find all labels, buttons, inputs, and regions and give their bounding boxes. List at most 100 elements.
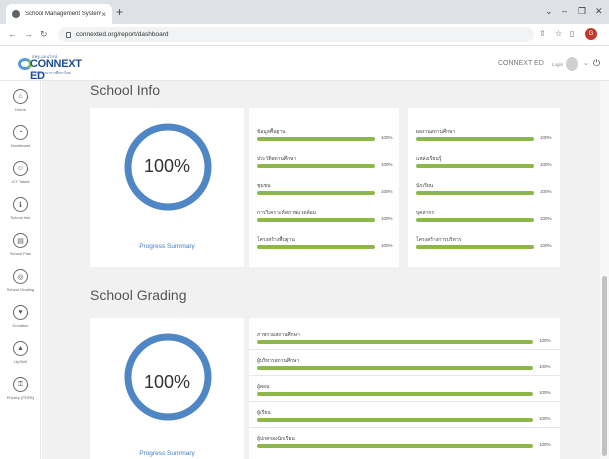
- sidebar-item-school-grading[interactable]: ◎ School Grading: [0, 263, 41, 299]
- progress-bar: [257, 164, 375, 168]
- logo-tagline-bottom: ร่วมพัฒนาการศึกษาไทย: [34, 71, 71, 75]
- progress-row-label: ผู้เรียน: [257, 410, 271, 416]
- school-grading-title: School Grading: [90, 287, 187, 303]
- progress-bar: [257, 418, 533, 422]
- progress-row: การวิเคราะห์สภาพแวดล้อม 100%: [257, 209, 397, 225]
- sidebar-item-dashboard[interactable]: ◔ Dashboard: [0, 119, 41, 155]
- sidebar-item-label: Dashboard: [10, 143, 31, 148]
- forward-arrow-icon[interactable]: →: [24, 29, 33, 39]
- minimize-button[interactable]: –: [562, 6, 567, 16]
- progress-percent: 100%: [381, 243, 393, 248]
- user-avatar[interactable]: [566, 57, 578, 71]
- progress-percent: 100%: [381, 216, 393, 221]
- progress-bar: [257, 218, 375, 222]
- sidebar-item-label: Privacy (PDPA): [6, 395, 35, 400]
- sidebar-item-label: UpSkill: [14, 359, 27, 364]
- sidebar-item-school-plan[interactable]: ▤ School Plan: [0, 227, 41, 263]
- progress-percent: 100%: [539, 338, 551, 343]
- address-bar[interactable]: connexted.org/report/dashboard: [58, 27, 534, 42]
- progress-row: ข้อมูลพื้นฐาน 100%: [257, 128, 397, 144]
- sidebar-item-label: School Info: [10, 215, 31, 220]
- side-panel-icon[interactable]: ▯: [570, 29, 574, 39]
- dashboard-icon: ◔: [13, 125, 28, 140]
- progress-row-label: ประวัติสถานศึกษา: [257, 156, 297, 162]
- row-divider: [249, 349, 560, 350]
- app-header: สพฐ.ออนไลน์ CONNEXT ED ร่วมพัฒนาการศึกษา…: [0, 47, 609, 82]
- donation-icon: ♥: [13, 305, 28, 320]
- lock-icon: [66, 31, 71, 38]
- privacy-icon: ⚿: [13, 377, 28, 392]
- browser-tab-bar: School Management System × + ⌄ – ❐ ✕: [0, 0, 609, 24]
- progress-row-label: ข้อมูลพื้นฐาน: [257, 129, 286, 135]
- bookmark-star-icon[interactable]: ☆: [555, 29, 562, 39]
- sidebar-item-privacy-pdpa[interactable]: ⚿ Privacy (PDPA): [0, 371, 41, 407]
- progress-percent: 100%: [540, 135, 552, 140]
- progress-row: ประวัติสถานศึกษา 100%: [257, 155, 397, 171]
- progress-row-label: ผลงานสถานศึกษา: [416, 129, 456, 135]
- progress-row: ภาพรวมสถานศึกษา 100%: [257, 331, 557, 347]
- profile-avatar[interactable]: G: [585, 28, 597, 40]
- progress-percent: 100%: [540, 189, 552, 194]
- progress-bar: [257, 366, 533, 370]
- tab-close-icon[interactable]: ×: [101, 10, 106, 19]
- scrollbar-thumb[interactable]: [602, 276, 607, 456]
- progress-bar: [416, 191, 534, 195]
- login-link[interactable]: Login: [552, 62, 563, 67]
- sidebar-item-school-info[interactable]: ℹ School Info: [0, 191, 41, 227]
- browser-toolbar: ← → ↻ connexted.org/report/dashboard ⇪ ☆…: [0, 24, 609, 46]
- chevron-down-icon[interactable]: ⌄: [583, 59, 589, 67]
- favicon-icon: [12, 10, 20, 18]
- connexted-logo[interactable]: สพฐ.ออนไลน์ CONNEXT ED ร่วมพัฒนาการศึกษา…: [18, 53, 88, 82]
- row-divider: [249, 375, 560, 376]
- sidebar-item-ict-talent[interactable]: ☺ ICT Talent: [0, 155, 41, 191]
- tab-search-icon[interactable]: ⌄: [545, 6, 553, 16]
- progress-percent: 100%: [381, 189, 393, 194]
- progress-row-label: โครงสร้างพื้นฐาน: [257, 237, 295, 243]
- home-icon: ⌂: [13, 89, 28, 104]
- progress-row: โครงสร้างการบริหาร 100%: [416, 236, 560, 252]
- progress-row-label: ผู้สอน: [257, 384, 270, 390]
- progress-row: แหล่งเรียนรู้ 100%: [416, 155, 560, 171]
- sidebar-item-label: Home: [15, 107, 26, 112]
- plan-icon: ▤: [13, 233, 28, 248]
- sidebar: ⌂ Home ◔ Dashboard ☺ ICT Talent ℹ School Info ▤ S…: [0, 81, 41, 459]
- progress-row-label: นักเรียน: [416, 183, 434, 189]
- power-icon[interactable]: ⏻: [593, 58, 600, 69]
- progress-bar: [416, 164, 534, 168]
- person-icon: ☺: [13, 161, 28, 176]
- progress-row: บุคลากร 100%: [416, 209, 560, 225]
- close-window-button[interactable]: ✕: [595, 6, 603, 16]
- progress-row: ผู้เรียน 100%: [257, 409, 557, 425]
- sidebar-item-label: Donation: [12, 323, 29, 328]
- restore-button[interactable]: ❐: [578, 6, 586, 16]
- school-info-left-card: ข้อมูลพื้นฐาน 100% ประวัติสถานศึกษา 100% ชุม…: [249, 108, 399, 267]
- share-icon[interactable]: ⇪: [539, 29, 546, 39]
- progress-row: ผู้ปกครองนักเรียน 100%: [257, 435, 557, 451]
- progress-row-label: การวิเคราะห์สภาพแวดล้อม: [257, 210, 316, 216]
- back-arrow-icon[interactable]: ←: [8, 29, 17, 39]
- progress-row: ผู้สอน 100%: [257, 383, 557, 399]
- progress-row-label: ผู้บริหารสถานศึกษา: [257, 358, 300, 364]
- progress-bar: [257, 137, 375, 141]
- sidebar-item-home[interactable]: ⌂ Home: [0, 83, 41, 119]
- browser-tab[interactable]: School Management System ×: [6, 4, 112, 24]
- progress-bar: [257, 245, 375, 249]
- school-info-summary-value: 100%: [143, 156, 191, 176]
- school-info-right-card: ผลงานสถานศึกษา 100% แหล่งเรียนรู้ 100% นักเร…: [408, 108, 560, 267]
- new-tab-button[interactable]: +: [116, 6, 123, 18]
- tab-title: School Management System: [25, 11, 102, 17]
- progress-row-label: โครงสร้างการบริหาร: [416, 237, 462, 243]
- progress-bar: [257, 392, 533, 396]
- sidebar-item-upskill[interactable]: ▲ UpSkill: [0, 335, 41, 371]
- progress-percent: 100%: [539, 390, 551, 395]
- school-info-title: School Info: [90, 82, 161, 98]
- progress-percent: 100%: [539, 442, 551, 447]
- school-grading-rows-card: ภาพรวมสถานศึกษา 100% ผู้บริหารสถานศึกษา 100…: [249, 318, 560, 459]
- upskill-icon: ▲: [13, 341, 28, 356]
- reload-icon[interactable]: ↻: [40, 29, 48, 39]
- row-divider: [249, 427, 560, 428]
- progress-row-label: ผู้ปกครองนักเรียน: [257, 436, 295, 442]
- progress-bar: [257, 340, 533, 344]
- sidebar-item-donation[interactable]: ♥ Donation: [0, 299, 41, 335]
- progress-row: โครงสร้างพื้นฐาน 100%: [257, 236, 397, 252]
